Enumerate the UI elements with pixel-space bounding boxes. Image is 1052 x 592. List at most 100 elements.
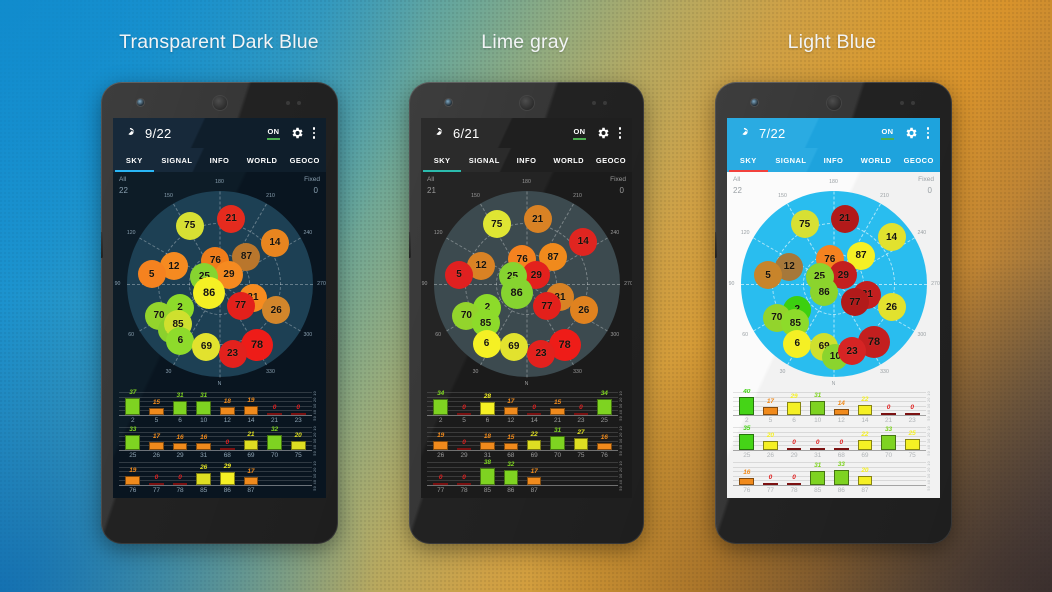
overflow-menu-icon[interactable]: [618, 127, 621, 139]
tab-signal[interactable]: SIGNAL: [156, 156, 199, 172]
satellite-marker-21[interactable]: 21: [217, 204, 246, 233]
satellite-marker-75[interactable]: 75: [175, 211, 204, 240]
satellite-marker-21[interactable]: 21: [523, 205, 552, 234]
signal-prn-70: 70: [553, 452, 562, 459]
satellite-marker-77[interactable]: 77: [840, 288, 869, 317]
signal-bar-29: [786, 447, 802, 450]
satellite-marker-6[interactable]: 6: [166, 326, 195, 355]
power-button[interactable]: [409, 232, 411, 258]
fixed-label: Fixed: [610, 176, 626, 183]
signal-bar-70: [550, 435, 565, 450]
power-button[interactable]: [715, 232, 717, 258]
signal-prn-23: 23: [294, 417, 302, 424]
signal-bar-78: [786, 482, 802, 485]
tab-geoco[interactable]: GEOCO: [283, 156, 326, 172]
signal-value-75: 20: [294, 431, 302, 439]
signal-bar-29: [172, 442, 188, 450]
satellite-marker-5[interactable]: 5: [754, 261, 783, 290]
app-bar-content: 9/22 ON: [113, 118, 326, 148]
satellite-marker-86[interactable]: 86: [193, 276, 226, 309]
signal-bar-26: [763, 440, 778, 450]
gear-icon[interactable]: [596, 126, 610, 140]
signal-bar-5: [149, 408, 164, 415]
signal-value-85: 31: [814, 461, 822, 469]
power-button[interactable]: [101, 232, 103, 258]
satellite-marker-6[interactable]: 6: [472, 329, 501, 358]
gear-icon[interactable]: [904, 126, 918, 140]
azimuth-label-210: 210: [880, 192, 889, 199]
gear-icon[interactable]: [290, 126, 304, 140]
satellite-marker-26[interactable]: 26: [877, 293, 906, 322]
satellite-marker-26[interactable]: 26: [569, 296, 598, 325]
signal-bar-75: [573, 437, 589, 450]
satellite-marker-5[interactable]: 5: [444, 260, 473, 289]
signal-bar-70: [881, 434, 896, 450]
phone-screen: 7/22 ON SKY SIGNAL INFO WORLD GEOCO All 22 Fixed 0…: [727, 118, 940, 498]
phone-screen: 9/22 ON SKY SIGNAL INFO WORLD GEOCO All 22 Fixed 0…: [113, 118, 326, 498]
tab-world[interactable]: WORLD: [855, 156, 898, 172]
tab-geoco[interactable]: GEOCO: [897, 156, 940, 172]
azimuth-label-150: 150: [471, 192, 480, 199]
signal-value-29: 16: [176, 433, 184, 441]
satellite-marker-77[interactable]: 77: [226, 291, 255, 320]
signal-gridline: [427, 392, 618, 393]
gps-on-toggle[interactable]: ON: [573, 127, 586, 140]
satellite-marker-14[interactable]: 14: [877, 223, 906, 252]
signal-bar-25: [125, 434, 141, 450]
satellite-marker-21[interactable]: 21: [830, 204, 859, 233]
azimuth-label-180: 180: [215, 179, 224, 185]
azimuth-label-180: 180: [522, 179, 531, 185]
satellite-marker-14[interactable]: 14: [260, 228, 289, 257]
tab-geoco[interactable]: GEOCO: [590, 156, 632, 172]
satellite-marker-23[interactable]: 23: [218, 339, 247, 368]
signal-value-2: 34: [437, 390, 445, 398]
azimuth-label-120: 120: [433, 230, 443, 236]
signal-prn-68: 68: [837, 452, 845, 459]
proximity-sensor: [297, 101, 301, 105]
gps-on-toggle[interactable]: ON: [267, 127, 280, 140]
signal-bar-75: [290, 440, 306, 450]
signal-prn-26: 26: [152, 452, 161, 459]
tab-signal[interactable]: SIGNAL: [770, 156, 813, 172]
satellite-marker-6[interactable]: 6: [783, 329, 812, 358]
satellite-marker-86[interactable]: 86: [500, 276, 533, 309]
signal-axis-ticks: 50 40 30 20 10: [313, 461, 317, 491]
satellite-dish-icon: [735, 126, 751, 140]
signal-prn-12: 12: [507, 417, 515, 424]
satellite-marker-5[interactable]: 5: [137, 260, 166, 289]
app-bar: 6/21 ON: [421, 118, 632, 148]
signal-value-70: 33: [884, 425, 893, 433]
signal-prn-85: 85: [483, 487, 492, 494]
tab-world[interactable]: WORLD: [548, 156, 590, 172]
tab-info[interactable]: INFO: [505, 156, 547, 172]
signal-value-21: 0: [272, 403, 277, 411]
tab-signal[interactable]: SIGNAL: [463, 156, 505, 172]
signal-value-77: 0: [154, 473, 159, 481]
signal-bar-26: [433, 441, 448, 450]
signal-prn-25: 25: [743, 452, 751, 459]
satellite-marker-75[interactable]: 75: [790, 210, 819, 239]
signal-value-75: 25: [908, 429, 916, 437]
gps-on-toggle[interactable]: ON: [881, 127, 894, 140]
all-label: All: [733, 176, 741, 183]
tab-info[interactable]: INFO: [198, 156, 241, 172]
signal-bar-77: [433, 482, 448, 485]
signal-bar-31: [196, 442, 211, 450]
signal-bar-31: [810, 447, 825, 450]
tab-info[interactable]: INFO: [812, 156, 855, 172]
signal-value-26: 17: [152, 433, 161, 441]
signal-bar-86: [219, 471, 235, 485]
signal-gridline: [119, 480, 312, 482]
overflow-menu-icon[interactable]: [312, 127, 315, 139]
satellite-marker-69[interactable]: 69: [499, 332, 528, 361]
overflow-menu-icon[interactable]: [926, 127, 929, 139]
satellite-count-title: 9/22: [145, 125, 172, 141]
tab-world[interactable]: WORLD: [241, 156, 284, 172]
signal-prn-69: 69: [530, 452, 538, 459]
phone-light-blue: 7/22 ON SKY SIGNAL INFO WORLD GEOCO All 22 Fixed 0…: [715, 82, 952, 544]
satellite-marker-14[interactable]: 14: [569, 227, 598, 256]
signal-strength-panel: 50 40 30 20 10 40 2 17 5 29 6 31 10 14 12 22 14 0 21 0 2…: [727, 389, 940, 496]
signal-value-76: 16: [600, 433, 608, 441]
azimuth-label-240: 240: [917, 230, 927, 236]
satellite-marker-23[interactable]: 23: [527, 339, 555, 368]
